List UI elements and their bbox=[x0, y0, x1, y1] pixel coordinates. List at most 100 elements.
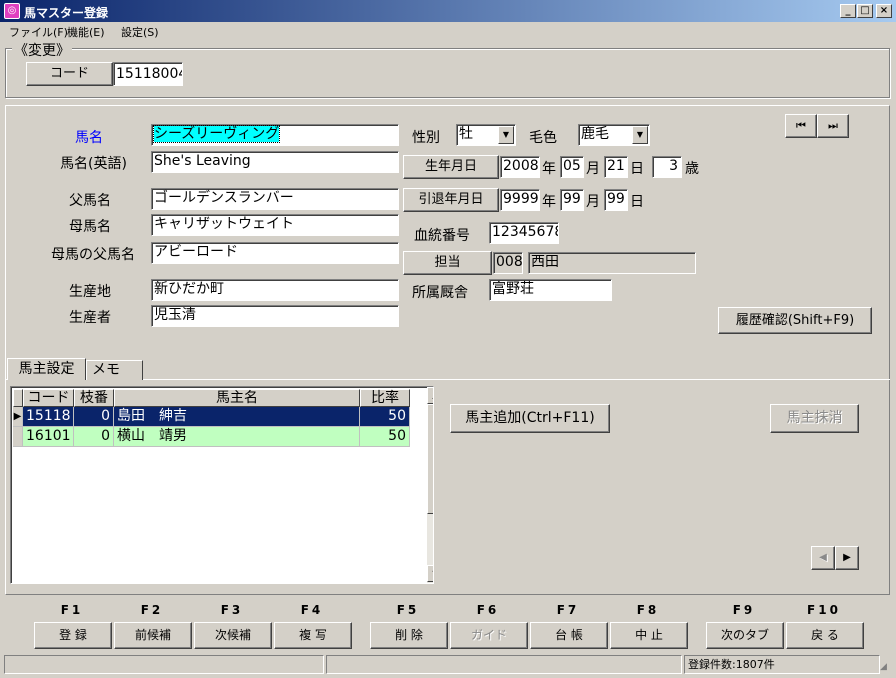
f10-key-label: F10 bbox=[807, 603, 841, 617]
scroll-up-icon[interactable]: ▲ bbox=[427, 387, 433, 404]
menu-function[interactable]: 機能(E) bbox=[67, 24, 105, 40]
tab-scroll-left-icon[interactable]: ◀ bbox=[811, 546, 835, 570]
owner-branch-cell[interactable]: 0 bbox=[74, 407, 114, 427]
cancel-button[interactable]: 中 止 bbox=[610, 622, 688, 649]
code-column-header[interactable]: コード bbox=[23, 389, 74, 407]
tab-scroll-right-icon[interactable]: ▶ bbox=[835, 546, 859, 570]
year-unit: 年 bbox=[542, 194, 556, 210]
year-unit: 年 bbox=[542, 161, 556, 177]
copy-button[interactable]: 複 写 bbox=[274, 622, 352, 649]
current-row-arrow-icon: ▶ bbox=[13, 407, 23, 427]
back-button[interactable]: 戻 る bbox=[786, 622, 864, 649]
birthplace-field[interactable]: 新ひだか町 bbox=[151, 279, 399, 301]
age-field[interactable]: 3 bbox=[652, 156, 682, 178]
sex-select[interactable]: 牡 ▼ bbox=[456, 124, 516, 146]
f6-key-label: F6 bbox=[476, 603, 500, 617]
register-button[interactable]: 登 録 bbox=[34, 622, 112, 649]
f4-key-label: F4 bbox=[300, 603, 324, 617]
pedigree-number-field[interactable]: 12345678 bbox=[489, 222, 559, 244]
owner-name-column-header[interactable]: 馬主名 bbox=[114, 389, 360, 407]
last-record-icon[interactable]: ⏭ bbox=[817, 114, 849, 138]
stable-field[interactable]: 富野荘 bbox=[489, 279, 612, 301]
day-unit: 日 bbox=[630, 194, 644, 210]
delete-owner-button[interactable]: 馬主抹消 bbox=[770, 404, 859, 433]
ratio-column-header[interactable]: 比率 bbox=[360, 389, 410, 407]
owner-ratio-cell[interactable]: 50 bbox=[360, 427, 410, 447]
owner-branch-cell[interactable]: 0 bbox=[74, 427, 114, 447]
breeder-label: 生産者 bbox=[69, 310, 111, 326]
staff-code-field[interactable]: 008 bbox=[493, 252, 523, 274]
birth-day-field[interactable]: 21 bbox=[604, 156, 628, 178]
first-record-icon[interactable]: ⏮ bbox=[785, 114, 817, 138]
horse-name-field[interactable]: シーズリーヴィング bbox=[151, 124, 399, 146]
scrollbar-thumb[interactable] bbox=[427, 404, 433, 514]
retire-date-button[interactable]: 引退年月日 bbox=[403, 188, 499, 212]
table-row[interactable]: 16101 0 横山 靖男 50 bbox=[13, 427, 410, 447]
maximize-button[interactable]: □ bbox=[857, 4, 873, 18]
tab-memo[interactable]: メモ bbox=[86, 360, 143, 380]
f9-key-label: F9 bbox=[732, 603, 756, 617]
staff-button[interactable]: 担当 bbox=[403, 251, 492, 275]
dam-field[interactable]: キャリザットウェイト bbox=[151, 214, 399, 236]
resize-grip-icon[interactable]: ◢ bbox=[880, 660, 894, 674]
table-row[interactable]: ▶ 15118 0 島田 紳吉 50 bbox=[13, 407, 410, 427]
horse-name-value: シーズリーヴィング bbox=[152, 125, 281, 143]
birth-year-field[interactable]: 2008 bbox=[500, 156, 540, 178]
guide-button[interactable]: ガイド bbox=[450, 622, 528, 649]
owner-name-cell[interactable]: 横山 靖男 bbox=[114, 427, 360, 447]
f8-key-label: F8 bbox=[636, 603, 660, 617]
close-button[interactable]: × bbox=[876, 4, 892, 18]
retire-day-field[interactable]: 99 bbox=[604, 189, 628, 211]
chevron-down-icon[interactable]: ▼ bbox=[498, 126, 514, 144]
owner-name-cell[interactable]: 島田 紳吉 bbox=[114, 407, 360, 427]
coat-color-label: 毛色 bbox=[529, 130, 557, 146]
minimize-button[interactable]: _ bbox=[840, 4, 856, 18]
f5-key-label: F5 bbox=[396, 603, 420, 617]
owner-ratio-cell[interactable]: 50 bbox=[360, 407, 410, 427]
retire-month-field[interactable]: 99 bbox=[560, 189, 584, 211]
branch-column-header[interactable]: 枝番 bbox=[74, 389, 114, 407]
retire-year-field[interactable]: 9999 bbox=[500, 189, 540, 211]
dam-label: 母馬名 bbox=[69, 219, 111, 235]
coat-color-select[interactable]: 鹿毛 ▼ bbox=[578, 124, 650, 146]
status-panel-2 bbox=[326, 655, 682, 674]
chevron-down-icon[interactable]: ▼ bbox=[632, 126, 648, 144]
tab-owner-settings[interactable]: 馬主設定 bbox=[7, 358, 86, 380]
birthplace-label: 生産地 bbox=[69, 284, 111, 300]
pedigree-number-label: 血統番号 bbox=[414, 228, 470, 244]
damsire-label: 母馬の父馬名 bbox=[51, 247, 135, 263]
row-indicator bbox=[13, 427, 23, 447]
record-count-status: 登録件数:1807件 bbox=[684, 655, 880, 674]
birth-month-field[interactable]: 05 bbox=[560, 156, 584, 178]
status-panel-1 bbox=[4, 655, 324, 674]
menu-settings[interactable]: 設定(S) bbox=[121, 24, 159, 40]
breeder-field[interactable]: 児玉清 bbox=[151, 305, 399, 327]
f2-key-label: F2 bbox=[140, 603, 164, 617]
owner-code-cell[interactable]: 16101 bbox=[23, 427, 74, 447]
code-button[interactable]: コード bbox=[26, 62, 113, 86]
window-title: 馬マスター登録 bbox=[24, 6, 109, 20]
f7-key-label: F7 bbox=[556, 603, 580, 617]
f1-key-label: F1 bbox=[60, 603, 84, 617]
damsire-field[interactable]: アビーロード bbox=[151, 242, 399, 264]
history-button[interactable]: 履歴確認(Shift+F9) bbox=[718, 307, 872, 334]
stable-label: 所属厩舎 bbox=[412, 285, 468, 301]
grid-vertical-scrollbar[interactable]: ▲ ▼ bbox=[427, 387, 433, 583]
ledger-button[interactable]: 台 帳 bbox=[530, 622, 608, 649]
code-field[interactable]: 15118004 bbox=[113, 62, 183, 86]
prev-candidate-button[interactable]: 前候補 bbox=[114, 622, 192, 649]
next-tab-button[interactable]: 次のタブ bbox=[706, 622, 784, 649]
scroll-down-icon[interactable]: ▼ bbox=[427, 565, 433, 582]
owners-grid: コード 枝番 馬主名 比率 ▶ 15118 0 島田 紳吉 50 16101 0… bbox=[10, 386, 434, 584]
coat-color-value: 鹿毛 bbox=[581, 126, 609, 142]
horse-name-en-field[interactable]: She's Leaving bbox=[151, 151, 399, 173]
sire-field[interactable]: ゴールデンスランバー bbox=[151, 188, 399, 210]
delete-button[interactable]: 削 除 bbox=[370, 622, 448, 649]
birth-date-button[interactable]: 生年月日 bbox=[403, 155, 499, 179]
next-candidate-button[interactable]: 次候補 bbox=[194, 622, 272, 649]
menu-file[interactable]: ファイル(F) bbox=[9, 24, 68, 40]
month-unit: 月 bbox=[586, 194, 600, 210]
owner-code-cell[interactable]: 15118 bbox=[23, 407, 74, 427]
horse-name-label: 馬名 bbox=[75, 130, 103, 146]
add-owner-button[interactable]: 馬主追加(Ctrl+F11) bbox=[450, 404, 610, 433]
